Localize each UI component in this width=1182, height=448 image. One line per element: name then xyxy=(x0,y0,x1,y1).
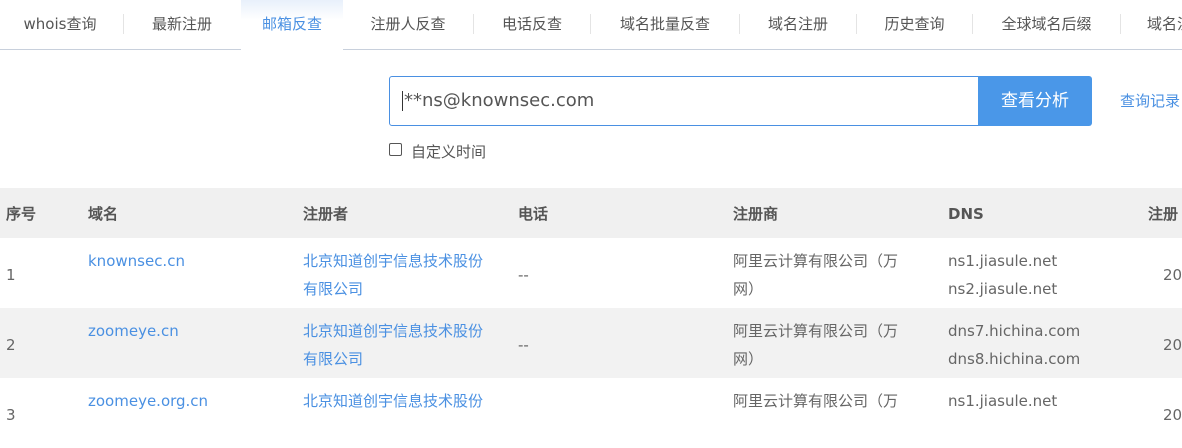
header-registrar: 注册商 xyxy=(733,205,779,223)
header-index: 序号 xyxy=(6,205,37,223)
dns-server: dns8.hichina.com xyxy=(948,350,1081,368)
registrant-link[interactable]: 北京知道创宇信息技术股份 xyxy=(303,317,483,345)
custom-time-checkbox[interactable] xyxy=(389,143,402,156)
registrar-name: 网） xyxy=(733,280,764,298)
tab-domain-more[interactable]: 域名注 xyxy=(1147,0,1182,50)
registrar-name: 阿里云计算有限公司（万 xyxy=(733,252,899,270)
domain-link[interactable]: zoomeye.org.cn xyxy=(88,387,208,415)
tab-divider xyxy=(1120,14,1121,34)
table-row: 1 knownsec.cn 北京知道创宇信息技术股份 有限公司 -- 阿里云计算有限公司（… xyxy=(0,238,1182,308)
dns-server: ns1.jiasule.net xyxy=(948,392,1058,410)
nav-tabs: whois查询 最新注册 邮箱反查 注册人反查 电话反查 域名批量反查 域名注册… xyxy=(0,0,1182,51)
tab-domain-registration[interactable]: 域名注册 xyxy=(740,0,856,50)
dns-server: dns7.hichina.com xyxy=(948,322,1081,340)
registration-date: 20 xyxy=(1163,336,1182,354)
tab-latest-registration[interactable]: 最新注册 xyxy=(124,0,240,50)
query-history-link[interactable]: 查询记录 xyxy=(1120,90,1180,111)
row-index: 1 xyxy=(6,266,16,284)
registrant-link[interactable]: 有限公司 xyxy=(303,345,363,373)
registrant-link[interactable]: 北京知道创宇信息技术股份 xyxy=(303,387,483,415)
table-row: 2 zoomeye.cn 北京知道创宇信息技术股份 有限公司 -- 阿里云计算有限公司（万… xyxy=(0,308,1182,378)
registration-date: 20 xyxy=(1163,266,1182,284)
tab-global-suffix[interactable]: 全球域名后缀 xyxy=(973,0,1120,50)
phone-value: -- xyxy=(518,336,529,354)
dns-server: ns2.jiasule.net xyxy=(948,280,1058,298)
header-phone: 电话 xyxy=(518,205,549,223)
domain-link[interactable]: zoomeye.cn xyxy=(88,317,179,345)
tab-phone-reverse[interactable]: 电话反查 xyxy=(474,0,590,50)
registrar-name: 阿里云计算有限公司（万 xyxy=(733,392,899,410)
analyze-button[interactable]: 查看分析 xyxy=(978,76,1092,126)
email-search-input[interactable]: **ns@knownsec.com xyxy=(389,76,979,126)
custom-time-label: 自定义时间 xyxy=(411,143,487,161)
registrar-name: 网） xyxy=(733,350,764,368)
header-dns: DNS xyxy=(948,205,984,223)
header-registrant: 注册者 xyxy=(303,205,349,223)
search-value: **ns@knownsec.com xyxy=(404,90,595,111)
domain-link[interactable]: knownsec.cn xyxy=(88,247,185,275)
registrant-link[interactable]: 有限公司 xyxy=(303,275,363,303)
tab-registrant-reverse[interactable]: 注册人反查 xyxy=(343,0,473,50)
dns-server: ns1.jiasule.net xyxy=(948,252,1058,270)
phone-value: -- xyxy=(518,266,529,284)
tab-bulk-domain-reverse[interactable]: 域名批量反查 xyxy=(591,0,739,50)
header-domain: 域名 xyxy=(88,205,119,223)
table-header: 序号 域名 注册者 电话 注册商 DNS 注册 xyxy=(0,188,1182,238)
tab-email-reverse[interactable]: 邮箱反查 xyxy=(241,0,343,51)
tab-whois[interactable]: whois查询 xyxy=(0,0,120,50)
tab-history[interactable]: 历史查询 xyxy=(857,0,972,50)
text-caret xyxy=(402,91,403,111)
registration-date: 20 xyxy=(1163,406,1182,424)
table-row: 3 zoomeye.org.cn 北京知道创宇信息技术股份 阿里云计算有限公司（万 ns… xyxy=(0,378,1182,448)
row-index: 2 xyxy=(6,336,16,354)
registrant-link[interactable]: 北京知道创宇信息技术股份 xyxy=(303,247,483,275)
row-index: 3 xyxy=(6,406,16,424)
registrar-name: 阿里云计算有限公司（万 xyxy=(733,322,899,340)
header-registration-date: 注册 xyxy=(1148,205,1179,223)
